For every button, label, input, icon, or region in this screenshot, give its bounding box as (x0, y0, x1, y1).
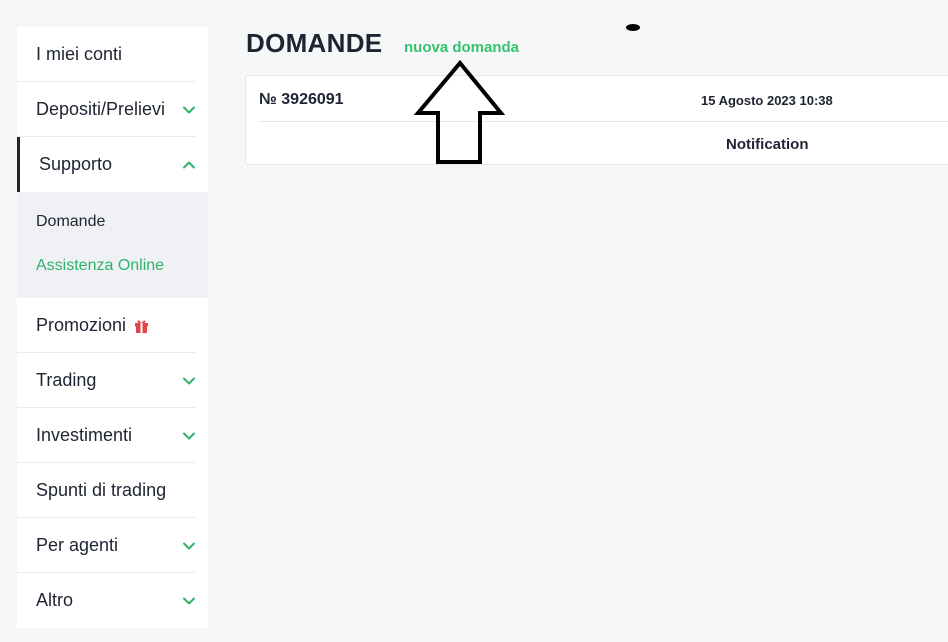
sidebar-item-support[interactable]: Supporto (17, 137, 208, 192)
page-title: DOMANDE (246, 28, 383, 58)
sidebar-item-label: Per agenti (36, 535, 119, 555)
sidebar-item-other[interactable]: Altro (17, 573, 208, 628)
sidebar-item-deposits-withdrawals[interactable]: Depositi/Prelievi (17, 82, 208, 137)
chevron-up-icon (182, 158, 196, 172)
ticket-number: № 3926091 (259, 91, 344, 108)
sidebar-item-promotions[interactable]: Promozioni (17, 298, 208, 353)
chevron-down-icon (182, 103, 196, 117)
ticket-date: 15 Agosto 2023 10:38 (701, 93, 833, 108)
sidebar-item-label: Trading (36, 370, 97, 390)
sidebar-item-label: Promozioni (36, 315, 127, 335)
sidebar-item-for-agents[interactable]: Per agenti (17, 518, 208, 573)
sidebar-item-my-accounts[interactable]: I miei conti (17, 27, 208, 82)
sidebar-item-trading-ideas[interactable]: Spunti di trading (17, 463, 208, 518)
sidebar-item-label: Spunti di trading (36, 480, 167, 500)
annotation-dot (626, 24, 640, 31)
new-question-link[interactable]: nuova domanda (404, 39, 519, 56)
support-submenu: Domande Assistenza Online (17, 192, 208, 298)
ticket-divider (259, 121, 948, 122)
sidebar-item-label: I miei conti (36, 44, 123, 64)
sidebar-item-trading[interactable]: Trading (17, 353, 208, 408)
sidebar: I miei conti Depositi/Prelievi Supporto … (17, 27, 208, 628)
top-band (0, 0, 948, 14)
sidebar-item-label: Investimenti (36, 425, 133, 445)
sidebar-item-label: Supporto (39, 154, 113, 174)
gift-icon (134, 318, 149, 334)
chevron-down-icon (182, 539, 196, 553)
sidebar-item-investments[interactable]: Investimenti (17, 408, 208, 463)
submenu-item-questions[interactable]: Domande (17, 200, 208, 244)
chevron-down-icon (182, 374, 196, 388)
ticket-subject: Notification (726, 136, 809, 153)
sidebar-item-label: Depositi/Prelievi (36, 99, 166, 119)
chevron-down-icon (182, 594, 196, 608)
submenu-item-online-support[interactable]: Assistenza Online (17, 244, 208, 288)
ticket-card[interactable]: № 3926091 15 Agosto 2023 10:38 Notificat… (245, 75, 948, 165)
chevron-down-icon (182, 429, 196, 443)
sidebar-item-label: Altro (36, 590, 74, 610)
